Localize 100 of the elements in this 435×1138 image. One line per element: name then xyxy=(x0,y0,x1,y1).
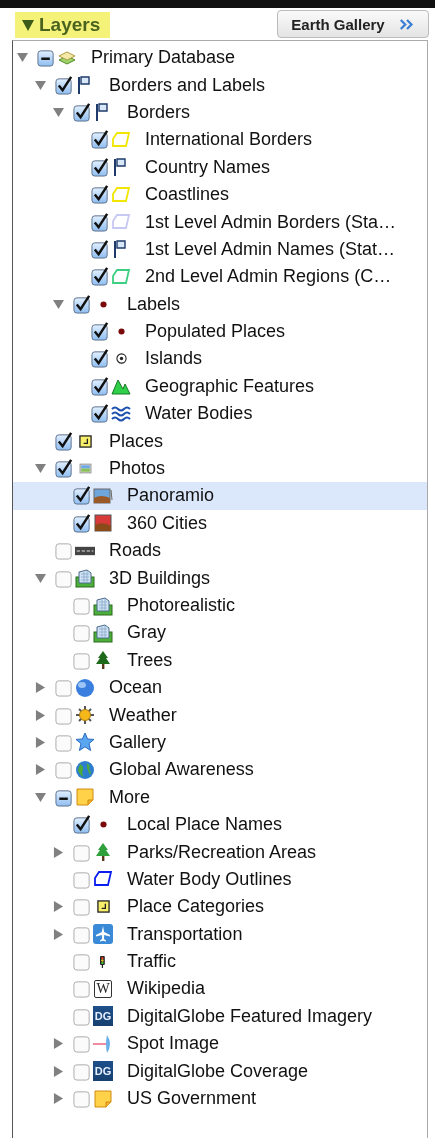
layer-label[interactable]: DigitalGlobe Featured Imagery xyxy=(127,1005,373,1027)
expand-toggle[interactable] xyxy=(35,79,46,91)
polygon-icon xyxy=(111,266,131,287)
checkbox[interactable] xyxy=(73,102,92,122)
expand-toggle[interactable] xyxy=(35,791,46,803)
layer-label[interactable]: Parks/Recreation Areas xyxy=(127,841,317,863)
layer-label[interactable]: Islands xyxy=(145,348,203,370)
layer-label[interactable]: Primary Database xyxy=(91,47,236,69)
sun-icon xyxy=(75,705,95,726)
checkbox[interactable] xyxy=(55,678,74,698)
layer-label[interactable]: Gray xyxy=(127,622,166,644)
checkbox[interactable] xyxy=(55,787,74,807)
checkbox[interactable] xyxy=(55,431,74,451)
layer-label[interactable]: Borders and Labels xyxy=(109,74,266,96)
checkbox[interactable] xyxy=(73,979,92,999)
layer-label[interactable]: Traffic xyxy=(127,951,176,973)
layer-label[interactable]: Country Names xyxy=(145,156,271,178)
checkbox[interactable] xyxy=(55,760,74,780)
layer-label[interactable]: Roads xyxy=(109,540,162,562)
layer-label[interactable]: Water Body Outlines xyxy=(127,868,292,890)
layer-label[interactable]: 1st Level Admin Borders (Sta… xyxy=(145,211,397,233)
checkbox[interactable] xyxy=(73,1034,92,1054)
expand-toggle[interactable] xyxy=(35,736,46,748)
checkbox[interactable] xyxy=(73,952,92,972)
checkbox[interactable] xyxy=(73,924,92,944)
selected-row[interactable]: Panoramio xyxy=(13,482,427,510)
layer-label[interactable]: 1st Level Admin Names (Stat… xyxy=(145,238,396,260)
expand-toggle[interactable] xyxy=(35,572,46,584)
checkbox[interactable] xyxy=(73,815,92,835)
layer-label[interactable]: More xyxy=(109,786,150,808)
expand-toggle[interactable] xyxy=(53,1038,64,1050)
layer-label[interactable]: Places xyxy=(109,430,164,452)
layer-label[interactable]: Water Bodies xyxy=(145,403,253,425)
checkbox[interactable] xyxy=(91,267,110,287)
layer-label[interactable]: Populated Places xyxy=(145,321,286,343)
layer-label[interactable]: Local Place Names xyxy=(127,814,283,836)
layer-label[interactable]: Weather xyxy=(109,704,177,726)
layer-label[interactable]: Global Awareness xyxy=(109,759,254,781)
checkbox[interactable] xyxy=(73,513,92,533)
layer-label[interactable]: Place Categories xyxy=(127,896,265,918)
expand-toggle[interactable] xyxy=(35,682,46,694)
expand-toggle[interactable] xyxy=(53,928,64,940)
layer-label[interactable]: Geographic Features xyxy=(145,375,315,397)
checkbox[interactable] xyxy=(73,842,92,862)
checkbox[interactable] xyxy=(55,732,74,752)
layer-label[interactable]: Photorealistic xyxy=(127,595,236,616)
layer-label[interactable]: Ocean xyxy=(109,677,163,699)
layer-label[interactable]: 360 Cities xyxy=(127,512,208,534)
layer-label[interactable]: International Borders xyxy=(145,129,313,151)
layer-label[interactable]: Wikipedia xyxy=(127,978,206,1000)
expand-toggle[interactable] xyxy=(53,1093,64,1105)
checkbox[interactable] xyxy=(91,239,110,259)
layer-label[interactable]: Labels xyxy=(127,293,181,315)
checkbox[interactable] xyxy=(73,294,92,314)
layer-label[interactable]: US Government xyxy=(127,1088,257,1110)
checkbox[interactable] xyxy=(55,705,74,725)
expand-toggle[interactable] xyxy=(53,106,64,118)
layer-label[interactable]: Coastlines xyxy=(145,184,230,206)
checkbox[interactable] xyxy=(37,48,56,68)
expand-toggle[interactable] xyxy=(35,764,46,776)
expand-toggle[interactable] xyxy=(35,463,46,475)
checkbox[interactable] xyxy=(91,130,110,150)
dot-icon xyxy=(117,328,125,336)
checkbox[interactable] xyxy=(73,486,92,506)
layers-header[interactable]: Layers xyxy=(15,12,111,38)
layer-label[interactable]: Transportation xyxy=(127,923,243,945)
checkbox[interactable] xyxy=(73,1089,92,1109)
checkbox[interactable] xyxy=(91,376,110,396)
expand-toggle[interactable] xyxy=(35,709,46,721)
layer-label[interactable]: 2nd Level Admin Regions (C… xyxy=(145,266,392,288)
earth-gallery-button[interactable]: Earth Gallery xyxy=(277,10,429,38)
layer-label[interactable]: Borders xyxy=(127,101,191,123)
checkbox[interactable] xyxy=(91,212,110,232)
checkbox[interactable] xyxy=(73,1006,92,1026)
checkbox[interactable] xyxy=(55,459,74,479)
layer-label[interactable]: DigitalGlobe Coverage xyxy=(127,1060,309,1082)
checkbox[interactable] xyxy=(73,623,92,643)
expand-toggle[interactable] xyxy=(53,846,64,858)
checkbox[interactable] xyxy=(55,541,74,561)
expand-toggle[interactable] xyxy=(53,298,64,310)
layer-label[interactable]: Gallery xyxy=(109,731,166,753)
checkbox[interactable] xyxy=(91,404,110,424)
checkbox[interactable] xyxy=(91,349,110,369)
checkbox[interactable] xyxy=(55,568,74,588)
checkbox[interactable] xyxy=(73,650,92,670)
checkbox[interactable] xyxy=(91,157,110,177)
checkbox[interactable] xyxy=(73,1061,92,1081)
checkbox[interactable] xyxy=(55,75,74,95)
expand-toggle[interactable] xyxy=(53,901,64,913)
layer-label[interactable]: Spot Image xyxy=(127,1033,220,1055)
checkbox[interactable] xyxy=(73,869,92,889)
expand-toggle[interactable] xyxy=(53,1065,64,1077)
checkbox[interactable] xyxy=(73,897,92,917)
checkbox[interactable] xyxy=(73,596,92,615)
expand-toggle[interactable] xyxy=(17,52,28,64)
layer-label[interactable]: 3D Buildings xyxy=(109,567,211,589)
layer-label[interactable]: Trees xyxy=(127,649,173,671)
checkbox[interactable] xyxy=(91,185,110,205)
checkbox[interactable] xyxy=(91,322,110,342)
layer-label[interactable]: Photos xyxy=(109,458,166,480)
